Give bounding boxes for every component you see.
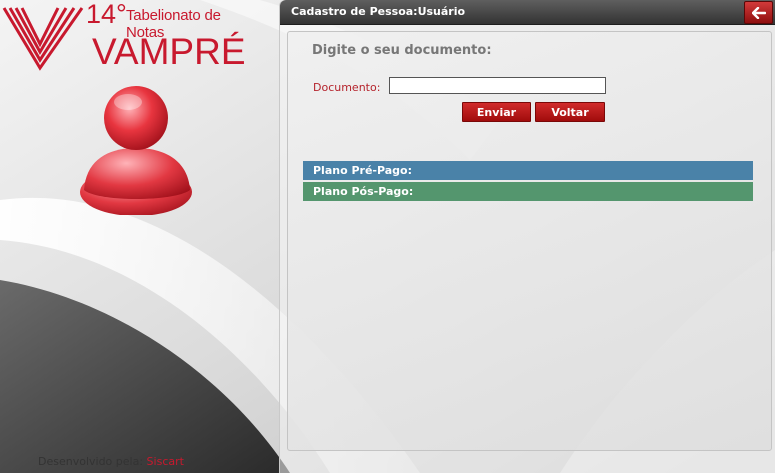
developer-credit: Desenvolvido pela: Siscart [38,455,184,468]
logo-number: 14° [86,0,127,29]
logo: 14° Tabelionato de Notas VAMPRÉ [0,0,260,80]
arrow-left-icon [751,6,766,19]
document-input[interactable] [389,77,606,94]
panel-title-bar: Cadastro de Pessoa:Usuário [280,0,775,25]
back-button[interactable]: Voltar [535,102,605,122]
credit-brand[interactable]: Siscart [147,455,184,468]
form-heading: Digite o seu documento: [312,43,492,58]
panel-title: Cadastro de Pessoa:Usuário [291,5,466,18]
user-avatar-icon [80,86,192,215]
plan-postpaid-header[interactable]: Plano Pós-Pago: [303,182,753,201]
form-content: Digite o seu documento: Documento: Envia… [287,31,772,451]
logo-name: VAMPRÉ [92,31,246,72]
plan-prepaid-header[interactable]: Plano Pré-Pago: [303,161,753,180]
send-button[interactable]: Enviar [462,102,531,122]
credit-prefix: Desenvolvido pela: [38,455,144,468]
v-logo-icon [2,7,84,71]
document-label: Documento: [313,81,381,94]
back-arrow-button[interactable] [744,1,773,24]
form-panel: Cadastro de Pessoa:Usuário Digite o seu … [279,0,775,473]
